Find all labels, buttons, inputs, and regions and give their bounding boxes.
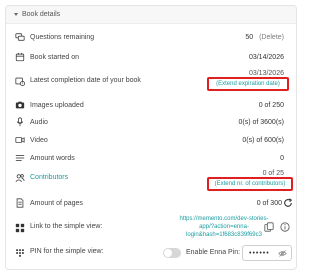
extend-contributors-link[interactable]: (Extend nr. of contributors)	[207, 177, 293, 191]
extend-expiration-link[interactable]: (Extend expiration date)	[207, 77, 289, 91]
video-label: Video	[30, 136, 48, 144]
document-icon	[14, 198, 25, 209]
row-words: Amount words 0	[6, 151, 296, 165]
info-icon[interactable]	[280, 222, 290, 232]
questions-value-group: 50 (Delete)	[245, 34, 284, 41]
questions-value: 50	[245, 33, 254, 41]
extend-contributors-label: (Extend nr. of contributors)	[214, 181, 286, 187]
simple-view-label: Link to the simple view:	[30, 223, 103, 230]
started-label: Book started on	[30, 53, 80, 61]
pin-value: ••••••	[249, 249, 270, 257]
book-details-header[interactable]: Book details	[6, 6, 296, 24]
video-camera-icon	[14, 135, 25, 146]
text-lines-icon	[14, 153, 25, 164]
row-contributors: Contributors 0 of 25 (Extend nr. of cont…	[6, 169, 296, 193]
row-questions: Questions remaining 50 (Delete)	[6, 30, 296, 44]
calendar-icon	[14, 52, 25, 63]
keypad-icon	[14, 247, 25, 258]
copy-icon[interactable]	[264, 222, 274, 232]
refresh-icon[interactable]	[283, 198, 293, 208]
images-value: 0 of 250	[258, 101, 284, 109]
caret-down-icon	[14, 13, 18, 16]
images-label: Images uploaded	[30, 101, 84, 109]
eye-slash-icon[interactable]	[278, 249, 287, 258]
row-audio: Audio 0(s) of 3600(s)	[6, 115, 296, 129]
microphone-icon	[14, 117, 25, 128]
row-video: Video 0(s) of 600(s)	[6, 133, 296, 147]
words-value: 0	[280, 154, 284, 162]
book-details-panel: Book details Questions remaining 50 (Del…	[5, 5, 297, 270]
pin-label: PIN for the simple view:	[30, 248, 104, 255]
calendar-clock-icon	[14, 75, 25, 86]
video-value: 0(s) of 600(s)	[242, 136, 284, 144]
camera-icon	[14, 100, 25, 111]
completion-label: Latest completion date of your book	[30, 77, 141, 84]
pages-label: Amount of pages	[30, 199, 83, 207]
delete-link[interactable]: (Delete)	[259, 34, 284, 41]
pages-value: 0 of 300	[256, 199, 282, 207]
audio-value: 0(s) of 3600(s)	[238, 118, 284, 126]
started-value: 03/14/2026	[248, 53, 284, 61]
simple-view-url[interactable]: https://memento.com/dev-stories-app/?act…	[172, 215, 276, 239]
row-started: Book started on 03/14/2026	[6, 50, 296, 64]
pin-input[interactable]: ••••••	[242, 245, 292, 261]
audio-label: Audio	[30, 118, 48, 126]
completion-value: 03/13/2026	[248, 70, 284, 77]
row-completion: Latest completion date of your book 03/1…	[6, 69, 296, 93]
enna-pin-label: Enable Enna Pin:	[186, 249, 241, 256]
extend-expiration-label: (Extend expiration date)	[216, 81, 280, 87]
questions-label: Questions remaining	[30, 33, 95, 41]
chat-icon	[14, 32, 25, 43]
row-images: Images uploaded 0 of 250	[6, 98, 296, 112]
row-pin: PIN for the simple view: Enable Enna Pin…	[6, 244, 296, 262]
contributors-value: 0 of 25	[262, 170, 284, 177]
grid-icon	[14, 222, 25, 233]
enna-pin-toggle[interactable]	[163, 248, 181, 258]
contributors-label[interactable]: Contributors	[30, 174, 68, 181]
row-simple-view: Link to the simple view: https://memento…	[6, 213, 296, 241]
book-details-title: Book details	[22, 11, 61, 18]
row-pages: Amount of pages 0 of 300	[6, 196, 296, 210]
words-label: Amount words	[30, 154, 75, 162]
users-icon	[14, 172, 25, 183]
